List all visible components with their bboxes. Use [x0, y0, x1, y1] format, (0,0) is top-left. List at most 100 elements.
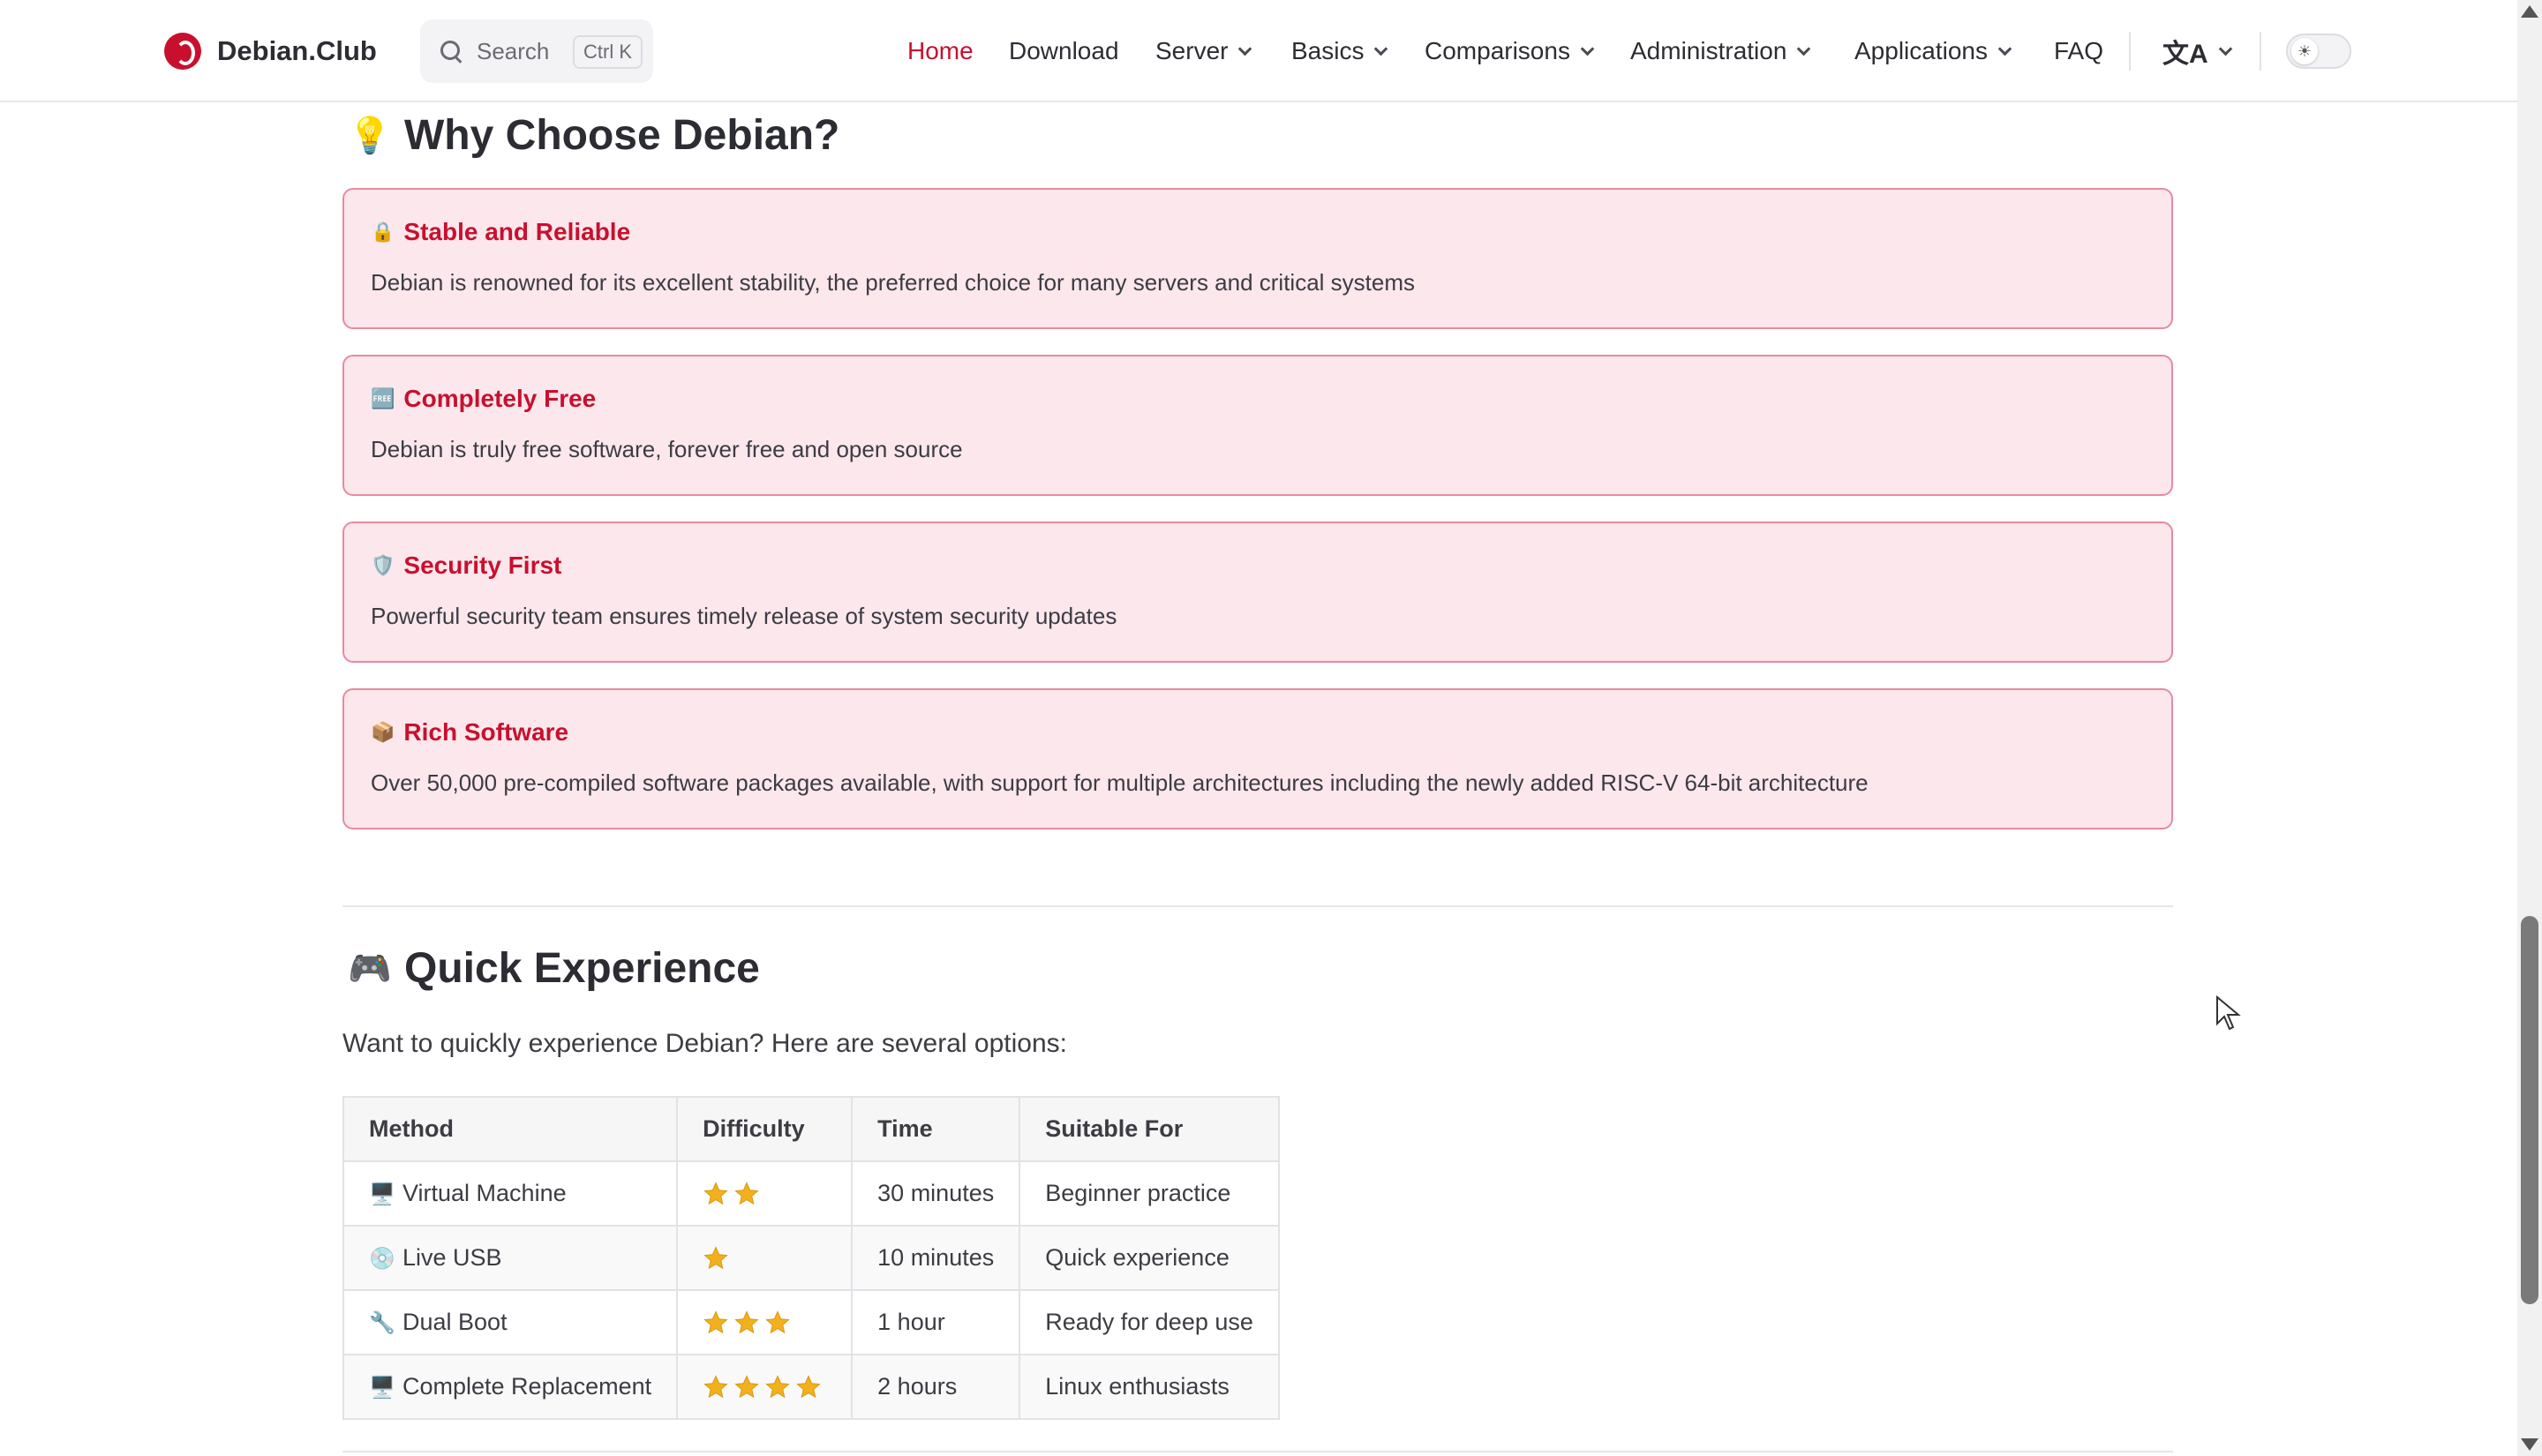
package-icon: 📦	[371, 721, 395, 743]
why-heading: 💡 Why Choose Debian?	[348, 111, 839, 160]
search-label: Search	[477, 37, 550, 64]
brand-name: Debian.Club	[217, 35, 377, 66]
difficulty-cell	[676, 1160, 854, 1227]
scroll-thumb[interactable]	[2521, 916, 2538, 1304]
chevron-down-icon	[1580, 41, 1595, 56]
feature-title-text: Rich Software	[403, 718, 569, 746]
section-divider	[342, 905, 2173, 907]
chevron-down-icon	[1238, 41, 1252, 56]
table-row: 💿 Live USB 10 minutes Quick experience	[342, 1225, 1280, 1291]
table-header-row: Method Difficulty Time Suitable For	[342, 1096, 1280, 1162]
scroll-down-arrow-icon[interactable]	[2521, 1438, 2538, 1451]
difficulty-cell	[676, 1225, 854, 1291]
nav-comparisons-label: Comparisons	[1425, 37, 1570, 64]
table-row: 🖥️ Complete Replacement 2 hours Linux ent…	[342, 1354, 1280, 1420]
scroll-up-arrow-icon[interactable]	[2521, 5, 2538, 18]
nav-applications-label: Applications	[1854, 37, 1988, 64]
feature-desc: Powerful security team ensures timely re…	[371, 603, 1117, 629]
star-icon	[795, 1374, 822, 1400]
nav-applications[interactable]: Applications	[1854, 0, 2012, 102]
lock-icon: 🔒	[371, 221, 395, 243]
disc-icon: 💿	[369, 1247, 395, 1271]
table-row: 🖥️ Virtual Machine 30 minutes Beginner pr…	[342, 1160, 1280, 1227]
nav-server-label: Server	[1155, 37, 1229, 64]
suitable-cell: Beginner practice	[1019, 1160, 1280, 1227]
nav-divider	[2129, 32, 2131, 71]
star-icon	[703, 1374, 729, 1400]
feature-card: 📦 Rich Software Over 50,000 pre-compiled…	[342, 688, 2173, 829]
method-cell: 🔧 Dual Boot	[342, 1289, 679, 1355]
quick-table: Method Difficulty Time Suitable For 🖥️ Vi…	[342, 1096, 1280, 1420]
brand-link[interactable]: Debian.Club	[164, 32, 377, 71]
nav-home[interactable]: Home	[907, 0, 974, 102]
chevron-down-icon	[1797, 41, 1811, 56]
star-icon	[733, 1181, 760, 1207]
star-icon	[764, 1310, 791, 1336]
star-icon	[703, 1181, 729, 1207]
section-divider	[342, 1451, 2173, 1452]
nav-basics-label: Basics	[1291, 37, 1365, 64]
method-cell: 🖥️ Complete Replacement	[342, 1354, 679, 1420]
translate-icon: 文A	[2162, 40, 2208, 69]
suitable-cell: Quick experience	[1019, 1225, 1280, 1291]
time-cell: 10 minutes	[851, 1225, 1021, 1291]
theme-toggle[interactable]: ☀	[2286, 34, 2351, 69]
suitable-cell: Linux enthusiasts	[1019, 1354, 1280, 1420]
nav-divider	[2260, 32, 2261, 71]
time-cell: 1 hour	[851, 1289, 1021, 1355]
time-cell: 2 hours	[851, 1354, 1021, 1420]
method-cell: 💿 Live USB	[342, 1225, 679, 1291]
nav-faq[interactable]: FAQ	[2054, 0, 2103, 102]
wrench-icon: 🔧	[369, 1311, 395, 1335]
why-heading-text: Why Choose Debian?	[404, 112, 840, 159]
quick-heading: 🎮 Quick Experience	[348, 944, 760, 993]
quick-heading-text: Quick Experience	[404, 945, 760, 992]
free-icon: 🆓	[371, 387, 395, 409]
shield-icon: 🛡️	[371, 554, 395, 576]
debian-logo-icon	[164, 33, 201, 70]
chevron-down-icon	[1997, 41, 2012, 56]
feature-desc: Debian is truly free software, forever f…	[371, 436, 963, 462]
nav-server[interactable]: Server	[1155, 0, 1252, 102]
star-icon	[733, 1374, 760, 1400]
star-icon	[733, 1310, 760, 1336]
method-text: Virtual Machine	[402, 1180, 567, 1206]
sun-icon: ☀	[2291, 38, 2318, 64]
col-suitable: Suitable For	[1019, 1096, 1280, 1162]
chevron-down-icon	[2218, 41, 2232, 56]
top-navbar: Debian.Club Search Ctrl K Home Download …	[0, 0, 2517, 102]
table-row: 🔧 Dual Boot 1 hour Ready for deep use	[342, 1289, 1280, 1355]
method-text: Live USB	[402, 1244, 502, 1271]
vertical-scrollbar[interactable]	[2517, 0, 2542, 1456]
nav-administration-label: Administration	[1630, 37, 1787, 64]
col-difficulty: Difficulty	[676, 1096, 854, 1162]
search-button[interactable]: Search Ctrl K	[420, 19, 653, 83]
feature-desc: Over 50,000 pre-compiled software packag…	[371, 769, 1869, 796]
feature-title: 🛡️ Security First	[371, 552, 561, 580]
language-switcher[interactable]: 文A	[2162, 32, 2232, 71]
feature-desc: Debian is renowned for its excellent sta…	[371, 269, 1416, 296]
chevron-down-icon	[1374, 41, 1388, 56]
nav-basics[interactable]: Basics	[1291, 0, 1388, 102]
feature-title: 🆓 Completely Free	[371, 385, 596, 413]
nav-comparisons[interactable]: Comparisons	[1425, 0, 1595, 102]
difficulty-cell	[676, 1354, 854, 1420]
search-shortcut: Ctrl K	[573, 35, 643, 69]
nav-administration[interactable]: Administration	[1630, 0, 1811, 102]
lightbulb-icon: 💡	[348, 116, 392, 155]
feature-card: 🛡️ Security First Powerful security team…	[342, 522, 2173, 663]
star-icon	[703, 1245, 729, 1272]
feature-card: 🔒 Stable and Reliable Debian is renowned…	[342, 188, 2173, 329]
star-icon	[703, 1310, 729, 1336]
nav-download[interactable]: Download	[1009, 0, 1119, 102]
feature-title-text: Completely Free	[403, 385, 597, 412]
search-icon	[440, 40, 463, 63]
col-time: Time	[851, 1096, 1021, 1162]
star-icon	[764, 1374, 791, 1400]
feature-title: 📦 Rich Software	[371, 718, 568, 747]
feature-card: 🆓 Completely Free Debian is truly free s…	[342, 355, 2173, 496]
feature-title: 🔒 Stable and Reliable	[371, 218, 630, 246]
method-cell: 🖥️ Virtual Machine	[342, 1160, 679, 1227]
gamepad-icon: 🎮	[348, 949, 392, 988]
method-text: Dual Boot	[402, 1309, 508, 1335]
